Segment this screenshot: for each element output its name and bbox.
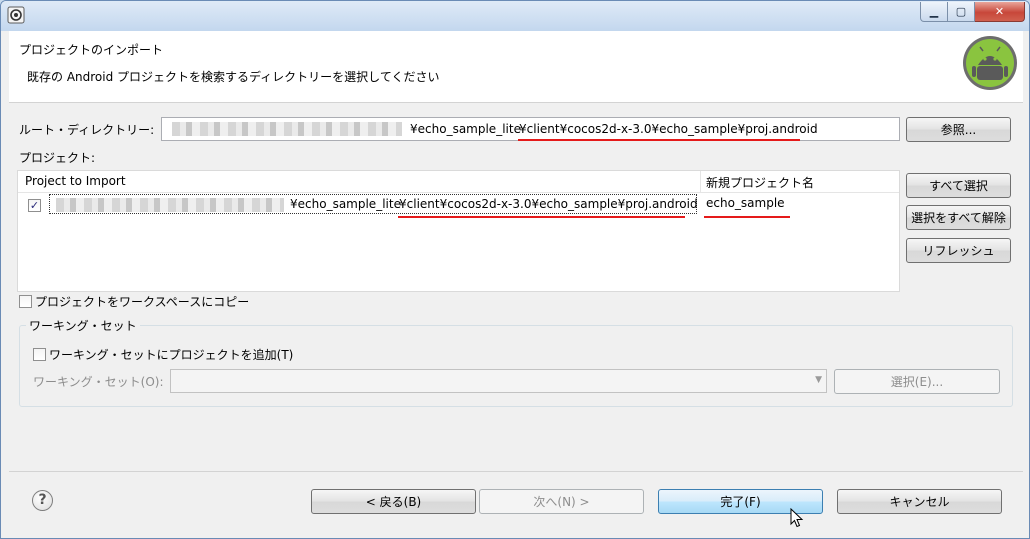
column-project-to-import[interactable]: Project to Import [25,174,126,188]
select-all-button[interactable]: すべて選択 [906,173,1011,198]
copy-to-workspace-checkbox[interactable] [19,295,32,308]
footer-separator [9,471,1023,472]
back-button[interactable]: < 戻る(B) [311,489,476,514]
minimize-button[interactable]: ▁ [920,2,948,22]
next-button[interactable]: 次へ(N) > [479,489,644,514]
root-dir-path-highlight: ¥client¥cocos2d-x-3.0¥echo_sample¥proj.a… [519,122,818,136]
wizard-content: ルート・ディレクトリー: ¥echo_sample_lite ¥client¥c… [9,103,1023,471]
select-working-set-button[interactable]: 選択(E)... [834,369,1000,394]
root-dir-path-prefix: ¥echo_sample_lite [410,122,521,136]
android-logo [963,36,1017,90]
project-checkbox[interactable]: ✓ [28,199,41,212]
close-icon: ✕ [994,5,1005,18]
column-divider[interactable] [700,171,701,193]
chevron-down-icon: ▼ [815,375,822,385]
wizard-header: プロジェクトのインポート 既存の Android プロジェクトを検索するディレク… [9,31,1023,103]
root-dir-label: ルート・ディレクトリー: [19,123,155,137]
working-set-label: ワーキング・セット(O): [33,375,164,389]
mouse-cursor-icon [790,508,804,528]
highlight-underline [704,216,790,218]
page-title: プロジェクトのインポート [19,43,164,57]
highlight-underline [398,216,685,218]
working-set-group-title: ワーキング・セット [26,317,140,334]
project-path-cell[interactable]: ¥echo_sample_lite ¥client¥cocos2d-x-3.0¥… [49,194,698,218]
title-bar[interactable]: ▁ ▢ ✕ [1,1,1029,31]
project-path-prefix: ¥echo_sample_lite [290,197,401,211]
table-header: Project to Import 新規プロジェクト名 [18,171,899,193]
eclipse-icon[interactable] [7,6,25,24]
maximize-icon: ▢ [955,5,967,18]
page-description: 既存の Android プロジェクトを検索するディレクトリーを選択してください [27,70,440,84]
redacted-path [56,198,284,212]
column-new-project-name[interactable]: 新規プロジェクト名 [706,174,814,191]
refresh-button[interactable]: リフレッシュ [906,238,1011,263]
help-icon[interactable]: ? [32,490,53,511]
new-project-name[interactable]: echo_sample [706,196,785,210]
copy-to-workspace-label[interactable]: プロジェクトをワークスペースにコピー [35,293,249,310]
deselect-all-button[interactable]: 選択をすべて解除 [906,205,1011,230]
add-to-working-set-checkbox[interactable] [33,348,46,361]
import-dialog: ▁ ▢ ✕ プロジェクトのインポート 既存の Android プロジェクトを検索… [0,0,1030,539]
projects-table[interactable]: Project to Import 新規プロジェクト名 ✓ ¥echo_samp… [17,170,900,292]
maximize-button[interactable]: ▢ [948,2,975,22]
add-to-working-set-label[interactable]: ワーキング・セットにプロジェクトを追加(T) [49,346,293,363]
redacted-path [172,122,402,136]
browse-button[interactable]: 参照... [906,117,1011,142]
close-button[interactable]: ✕ [975,2,1025,22]
projects-label: プロジェクト: [19,151,96,165]
cancel-button[interactable]: キャンセル [837,489,1002,514]
minimize-icon: ▁ [929,5,939,18]
working-set-group: ワーキング・セット ワーキング・セットにプロジェクトを追加(T) ワーキング・セ… [19,317,1013,407]
working-set-combo[interactable]: ▼ [170,369,827,393]
highlight-underline [518,139,800,141]
project-path-highlight: ¥client¥cocos2d-x-3.0¥echo_sample¥proj.a… [399,197,698,211]
root-dir-input[interactable]: ¥echo_sample_lite ¥client¥cocos2d-x-3.0¥… [161,117,900,141]
table-row[interactable]: ✓ ¥echo_sample_lite ¥client¥cocos2d-x-3.… [18,194,899,218]
